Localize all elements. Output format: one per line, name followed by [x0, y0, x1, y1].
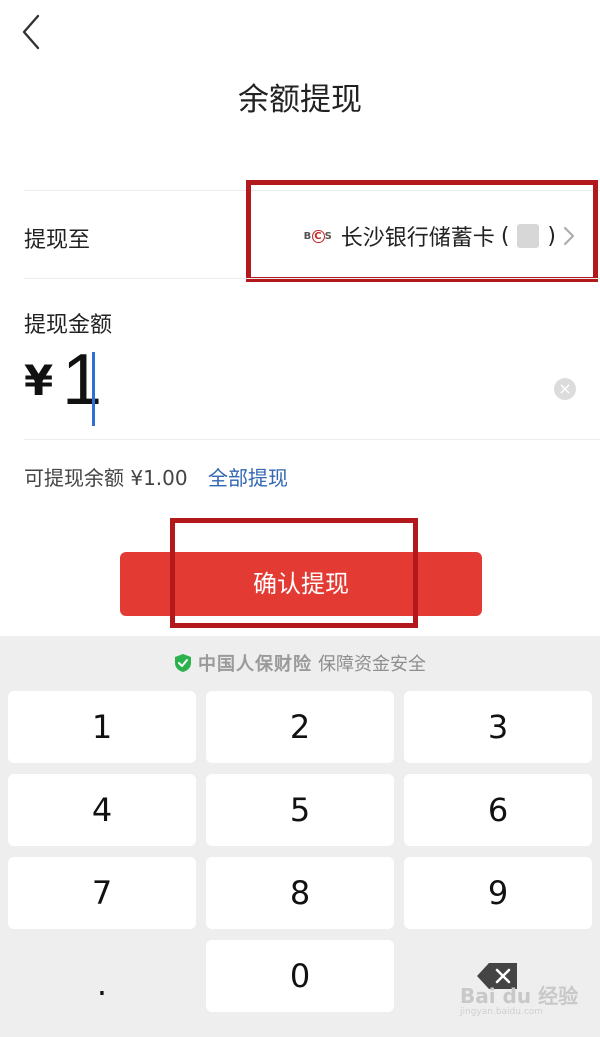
bank-name: 长沙银行储蓄卡 [340, 226, 495, 251]
divider [24, 278, 600, 279]
insurer-brand: 中国人保财险 [198, 654, 312, 675]
watermark-sub: jingyan.baidu.com [460, 1007, 544, 1017]
masked-card-number [517, 224, 540, 248]
safety-banner: 中国人保财险 保障资金安全 [0, 650, 600, 676]
bank-logo-icon: BCS [303, 229, 333, 243]
divider [24, 439, 600, 440]
key-5[interactable]: 5 [206, 774, 394, 846]
paren-close: ) [547, 223, 556, 249]
paren-open: ( [500, 223, 510, 249]
back-button[interactable] [14, 10, 54, 54]
clear-icon[interactable]: × [554, 378, 576, 400]
key-1[interactable]: 1 [8, 691, 196, 763]
key-2[interactable]: 2 [206, 691, 394, 763]
amount-label: 提现金额 [24, 313, 113, 338]
chevron-left-icon [22, 14, 40, 50]
amount-input[interactable]: 1 [62, 344, 102, 416]
watermark-main: Bai du 经验 [460, 984, 579, 1008]
withdraw-to-label: 提现至 [24, 228, 91, 253]
key-8[interactable]: 8 [206, 857, 394, 929]
confirm-withdraw-button[interactable]: 确认提现 [120, 552, 482, 616]
available-balance: 可提现余额 ¥1.00 [24, 466, 188, 490]
key-0[interactable]: 0 [206, 940, 394, 1012]
text-caret [92, 352, 95, 426]
shield-check-icon [175, 654, 191, 672]
safety-text: 保障资金安全 [318, 654, 426, 675]
chevron-right-icon [564, 227, 574, 245]
key-3[interactable]: 3 [404, 691, 592, 763]
key-9[interactable]: 9 [404, 857, 592, 929]
withdraw-all-link[interactable]: 全部提现 [208, 462, 288, 491]
key-7[interactable]: 7 [8, 857, 196, 929]
watermark: Bai du 经验 jingyan.baidu.com [460, 980, 578, 1017]
divider [24, 190, 600, 191]
bank-card-selector[interactable]: BCS 长沙银行储蓄卡 ( ) [304, 216, 576, 256]
key-6[interactable]: 6 [404, 774, 592, 846]
key-4[interactable]: 4 [8, 774, 196, 846]
key-dot[interactable]: . [8, 948, 196, 1020]
page-title: 余额提现 [238, 82, 362, 118]
currency-symbol: ¥ [24, 356, 54, 405]
